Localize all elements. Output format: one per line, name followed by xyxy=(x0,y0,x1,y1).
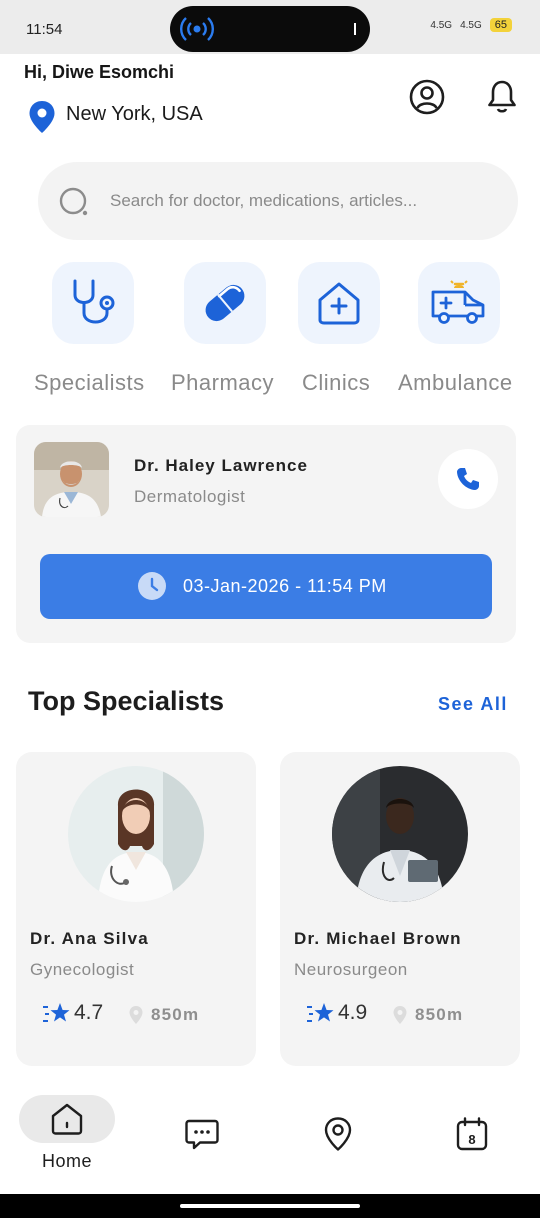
specialist-distance: 850m xyxy=(151,1005,200,1024)
distance-pin-icon xyxy=(393,1006,407,1024)
call-button[interactable] xyxy=(438,449,498,509)
network-left: 4.5G xyxy=(430,19,453,31)
greeting: Hi, Diwe Esomchi xyxy=(24,62,175,82)
location-icon[interactable] xyxy=(320,1116,356,1152)
specialist-card[interactable]: Dr. Ana Silva Gynecologist 4.7 850m xyxy=(16,752,256,1066)
current-location[interactable]: New York, USA xyxy=(66,103,203,126)
clock-icon xyxy=(138,572,166,600)
category-ambulance[interactable] xyxy=(418,262,500,344)
home-icon[interactable] xyxy=(49,1101,85,1137)
chat-icon[interactable] xyxy=(184,1116,220,1152)
gesture-area xyxy=(0,1194,540,1218)
status-indicators: 4.5G 4.5G 65 xyxy=(430,18,512,32)
search-input[interactable] xyxy=(110,184,500,218)
appointment-doctor-photo xyxy=(34,442,109,517)
calendar-icon[interactable]: 8 xyxy=(454,1116,490,1152)
category-label-specialists[interactable]: Specialists xyxy=(34,370,145,396)
specialist-name: Dr. Ana Silva xyxy=(30,929,149,948)
category-label-ambulance[interactable]: Ambulance xyxy=(398,370,513,396)
stethoscope-icon xyxy=(73,279,115,324)
upcoming-appointment-card[interactable]: Dr. Haley Lawrence Dermatologist 03-Jan-… xyxy=(16,425,516,643)
appointment-datetime-button[interactable]: 03-Jan-2026 - 11:54 PM xyxy=(40,554,492,619)
specialist-photo xyxy=(68,766,204,902)
specialist-card[interactable]: Dr. Michael Brown Neurosurgeon 4.9 850m xyxy=(280,752,520,1066)
appointment-doctor-specialty: Dermatologist xyxy=(134,487,246,506)
hotspot-icon xyxy=(180,17,214,41)
search-icon xyxy=(59,187,88,216)
phone-icon xyxy=(457,468,479,490)
specialist-photo xyxy=(332,766,468,902)
specialist-specialty: Neurosurgeon xyxy=(294,960,408,979)
dynamic-island xyxy=(170,6,370,52)
category-label-clinics[interactable]: Clinics xyxy=(302,370,370,396)
specialist-rating: 4.7 xyxy=(74,1001,104,1024)
clinic-icon xyxy=(318,282,360,325)
see-all-link[interactable]: See All xyxy=(438,694,508,715)
specialist-specialty: Gynecologist xyxy=(30,960,135,979)
bell-icon[interactable] xyxy=(483,78,521,116)
calendar-day: 8 xyxy=(468,1132,475,1147)
distance-pin-icon xyxy=(129,1006,143,1024)
category-pharmacy[interactable] xyxy=(184,262,266,344)
profile-icon[interactable] xyxy=(408,78,446,116)
pill-icon xyxy=(205,284,245,322)
specialist-distance: 850m xyxy=(415,1005,464,1024)
category-clinics[interactable] xyxy=(298,262,380,344)
category-specialists[interactable] xyxy=(52,262,134,344)
nav-home-label[interactable]: Home xyxy=(42,1151,92,1172)
specialist-name: Dr. Michael Brown xyxy=(294,929,462,948)
status-bar: 11:54 4.5G 4.5G 65 xyxy=(0,0,540,54)
rating-star-icon xyxy=(43,1003,70,1022)
location-pin-icon xyxy=(29,101,55,133)
battery-badge: 65 xyxy=(489,18,512,32)
section-title-top-specialists: Top Specialists xyxy=(28,686,225,716)
home-indicator[interactable] xyxy=(180,1204,360,1208)
rating-star-icon xyxy=(307,1003,334,1022)
search-bar[interactable] xyxy=(38,162,518,240)
category-label-pharmacy[interactable]: Pharmacy xyxy=(171,370,274,396)
network-right: 4.5G xyxy=(460,19,482,31)
specialist-rating: 4.9 xyxy=(338,1001,368,1024)
status-time: 11:54 xyxy=(26,21,63,38)
appointment-datetime: 03-Jan-2026 - 11:54 PM xyxy=(183,576,387,596)
appointment-doctor-name: Dr. Haley Lawrence xyxy=(134,456,308,475)
ambulance-icon xyxy=(431,280,485,324)
